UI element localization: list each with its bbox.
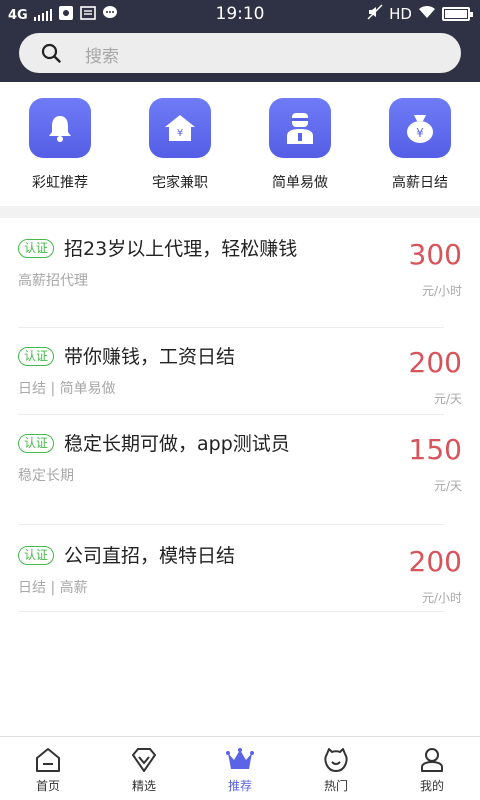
svg-text:¥: ¥ [177, 128, 183, 139]
nav-featured[interactable]: 精选 [96, 737, 192, 800]
person-icon [269, 98, 331, 158]
verified-badge: 认证 [18, 239, 55, 258]
nav-recommend[interactable]: 推荐 [192, 737, 288, 800]
hot-icon [324, 748, 348, 772]
wifi-icon [418, 5, 436, 23]
mute-icon [367, 4, 383, 24]
job-price: 200 [408, 346, 462, 379]
nav-profile[interactable]: 我的 [384, 737, 480, 800]
nav-home[interactable]: 首页 [0, 737, 96, 800]
house-icon: ¥ [149, 98, 211, 158]
job-price-unit: 元/天 [433, 392, 462, 406]
nav-label: 精选 [131, 779, 156, 793]
search-icon [41, 43, 61, 63]
nav-label: 热门 [323, 779, 348, 793]
category-simple-easy[interactable]: 简单易做 [248, 98, 352, 192]
nav-label: 我的 [419, 779, 444, 793]
job-title: 带你赚钱，工资日结 [64, 346, 236, 368]
nav-label: 推荐 [227, 779, 252, 793]
profile-icon [421, 748, 443, 772]
verified-badge: 认证 [18, 434, 55, 453]
category-high-pay-daily[interactable]: ¥ 高薪日结 [368, 98, 472, 192]
category-grid: 彩虹推荐 ¥ 宅家兼职 简单易做 ¥ 高薪日结 [0, 82, 480, 206]
category-label: 简单易做 [272, 175, 328, 191]
diamond-icon [132, 748, 156, 772]
job-price-unit: 元/小时 [421, 284, 462, 298]
job-title: 稳定长期可做，app测试员 [64, 433, 290, 455]
job-card[interactable]: 认证 带你赚钱，工资日结 日结 | 简单易做 200 元/天 [18, 328, 462, 415]
job-card[interactable]: 认证 稳定长期可做，app测试员 稳定长期 150 元/天 [18, 415, 462, 525]
bell-icon [29, 98, 91, 158]
job-title: 公司直招，模特日结 [64, 545, 236, 567]
money-bag-icon: ¥ [389, 98, 451, 158]
job-price: 200 [408, 545, 462, 578]
category-home-parttime[interactable]: ¥ 宅家兼职 [128, 98, 232, 192]
home-icon [36, 748, 60, 772]
verified-badge: 认证 [18, 347, 55, 366]
search-placeholder: 搜索 [85, 47, 119, 67]
job-title: 招23岁以上代理，轻松赚钱 [64, 238, 298, 260]
section-divider [0, 206, 480, 218]
category-label: 高薪日结 [392, 175, 448, 191]
battery-icon [442, 7, 473, 21]
job-card[interactable]: 认证 招23岁以上代理，轻松赚钱 高薪招代理 300 元/小时 [18, 218, 462, 328]
crown-icon [226, 748, 254, 769]
category-rainbow-recommend[interactable]: 彩虹推荐 [8, 98, 112, 192]
job-price: 300 [408, 238, 462, 271]
nav-label: 首页 [35, 779, 60, 793]
job-price-unit: 元/天 [433, 479, 462, 493]
nav-hot[interactable]: 热门 [288, 737, 384, 800]
verified-badge: 认证 [18, 546, 55, 565]
job-list: 认证 招23岁以上代理，轻松赚钱 高薪招代理 300 元/小时 认证 带你赚钱，工资… [0, 218, 480, 612]
category-label: 彩虹推荐 [32, 175, 88, 191]
job-price: 150 [408, 433, 462, 466]
search-bar[interactable]: 搜索 [19, 33, 461, 73]
bottom-nav: 首页 精选 推荐 热门 我的 [0, 736, 480, 800]
svg-text:¥: ¥ [416, 126, 424, 140]
category-label: 宅家兼职 [152, 175, 208, 191]
app-header: 4G 19:10 HD 搜索 [0, 0, 480, 82]
hd-indicator: HD [389, 5, 412, 23]
job-card[interactable]: 认证 公司直招，模特日结 日结 | 高薪 200 元/小时 [18, 525, 462, 612]
job-price-unit: 元/小时 [421, 591, 462, 605]
status-bar: 4G 19:10 HD [0, 0, 480, 30]
